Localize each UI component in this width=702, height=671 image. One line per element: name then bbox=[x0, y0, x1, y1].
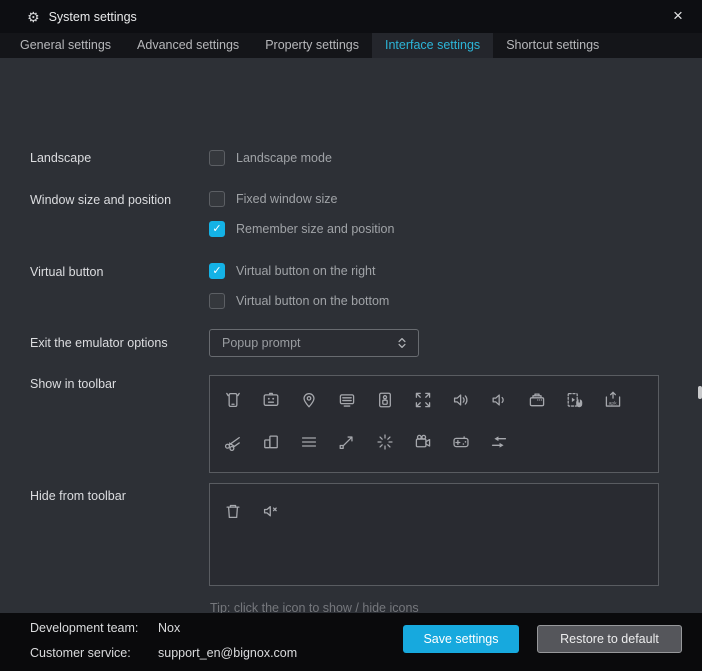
customer-service-label: Customer service: bbox=[30, 646, 131, 660]
monitor-icon[interactable] bbox=[336, 389, 358, 411]
checkbox-label: Remember size and position bbox=[236, 222, 395, 236]
fullscreen-icon[interactable] bbox=[412, 389, 434, 411]
virtual-button-options: ✓ Virtual button on the right Virtual butt… bbox=[209, 263, 389, 323]
screenshot-scissors-icon[interactable] bbox=[222, 431, 244, 453]
landscape-label: Landscape bbox=[30, 151, 92, 165]
customer-service-row: Customer service: support_en@bignox.com bbox=[30, 646, 297, 660]
checkbox-unchecked-icon[interactable] bbox=[209, 293, 225, 309]
swap-arrows-icon[interactable] bbox=[488, 431, 510, 453]
apk-install-icon[interactable]: apk bbox=[602, 389, 624, 411]
restore-default-button[interactable]: Restore to default bbox=[537, 625, 682, 653]
window-size-options: Fixed window size ✓ Remember size and posi… bbox=[209, 191, 394, 251]
multi-window-icon[interactable] bbox=[260, 431, 282, 453]
phone-frame-icon[interactable] bbox=[374, 389, 396, 411]
tab-interface-settings[interactable]: Interface settings bbox=[371, 33, 494, 58]
landscape-options: Landscape mode bbox=[209, 150, 332, 180]
virtual-button-label: Virtual button bbox=[30, 265, 104, 279]
hide-from-toolbar-label: Hide from toolbar bbox=[30, 489, 126, 503]
chevron-updown-icon bbox=[395, 336, 409, 350]
dropdown-selected-value: Popup prompt bbox=[222, 336, 301, 350]
checkbox-label: Landscape mode bbox=[236, 151, 332, 165]
checkbox-checked-icon[interactable]: ✓ bbox=[209, 263, 225, 279]
trash-icon[interactable] bbox=[222, 500, 244, 522]
tab-shortcut-settings[interactable]: Shortcut settings bbox=[493, 33, 612, 58]
macro-recorder-icon[interactable] bbox=[564, 389, 586, 411]
screen-recorder-icon[interactable] bbox=[412, 431, 434, 453]
development-team-label: Development team: bbox=[30, 621, 139, 635]
location-icon[interactable] bbox=[298, 389, 320, 411]
checkbox-option[interactable]: Virtual button on the bottom bbox=[209, 293, 389, 309]
tab-general-settings[interactable]: General settings bbox=[7, 33, 124, 58]
menu-icon[interactable] bbox=[298, 431, 320, 453]
checkbox-option[interactable]: ✓ Virtual button on the right bbox=[209, 263, 389, 279]
resize-icon[interactable] bbox=[336, 431, 358, 453]
exit-options-dropdown[interactable]: Popup prompt bbox=[209, 329, 419, 357]
show-in-toolbar-label: Show in toolbar bbox=[30, 377, 117, 391]
footer-bar: Development team: Nox Customer service: … bbox=[0, 613, 702, 671]
rotate-phone-icon[interactable] bbox=[222, 389, 244, 411]
window-size-label: Window size and position bbox=[30, 193, 172, 207]
checkbox-unchecked-icon[interactable] bbox=[209, 150, 225, 166]
volume-down-icon[interactable] bbox=[488, 389, 510, 411]
checkbox-option[interactable]: Fixed window size bbox=[209, 191, 394, 207]
save-settings-button[interactable]: Save settings bbox=[403, 625, 519, 653]
tab-bar: General settings Advanced settings Propert… bbox=[0, 33, 702, 58]
checkbox-unchecked-icon[interactable] bbox=[209, 191, 225, 207]
volume-up-icon[interactable] bbox=[450, 389, 472, 411]
gamepad-icon[interactable] bbox=[450, 431, 472, 453]
checkbox-label: Fixed window size bbox=[236, 192, 338, 206]
checkbox-option[interactable]: Landscape mode bbox=[209, 150, 332, 166]
gear-icon: ⚙ bbox=[27, 8, 40, 25]
close-button[interactable]: × bbox=[667, 5, 689, 27]
development-team-value: Nox bbox=[158, 621, 181, 635]
virtual-keyboard-icon[interactable] bbox=[260, 389, 282, 411]
tab-advanced-settings[interactable]: Advanced settings bbox=[124, 33, 252, 58]
window-title: System settings bbox=[48, 9, 137, 24]
checkbox-option[interactable]: ✓ Remember size and position bbox=[209, 221, 394, 237]
toolbar-icon-row bbox=[222, 500, 658, 522]
settings-content: Landscape Landscape mode Window size and… bbox=[0, 58, 702, 615]
toolbar-icon-row bbox=[222, 431, 658, 453]
loading-spinner-icon[interactable] bbox=[374, 431, 396, 453]
exit-options-label: Exit the emulator options bbox=[30, 336, 168, 350]
virtual-keys-icon[interactable] bbox=[526, 389, 548, 411]
development-team-row: Development team: Nox bbox=[30, 621, 180, 635]
customer-service-value: support_en@bignox.com bbox=[158, 646, 298, 660]
volume-mute-icon[interactable] bbox=[260, 500, 282, 522]
toolbar-icon-row: apk bbox=[222, 389, 658, 411]
title-bar: ⚙ System settings × bbox=[0, 0, 702, 33]
hide-from-toolbar-box bbox=[209, 483, 659, 586]
checkbox-label: Virtual button on the bottom bbox=[236, 294, 390, 308]
svg-text:apk: apk bbox=[609, 401, 617, 407]
show-in-toolbar-box: apk bbox=[209, 375, 659, 473]
checkbox-label: Virtual button on the right bbox=[236, 264, 376, 278]
scrollbar-thumb[interactable] bbox=[698, 386, 702, 399]
checkbox-checked-icon[interactable]: ✓ bbox=[209, 221, 225, 237]
system-settings-window: ⚙ System settings × General settings Adva… bbox=[0, 0, 702, 671]
tab-property-settings[interactable]: Property settings bbox=[252, 33, 372, 58]
